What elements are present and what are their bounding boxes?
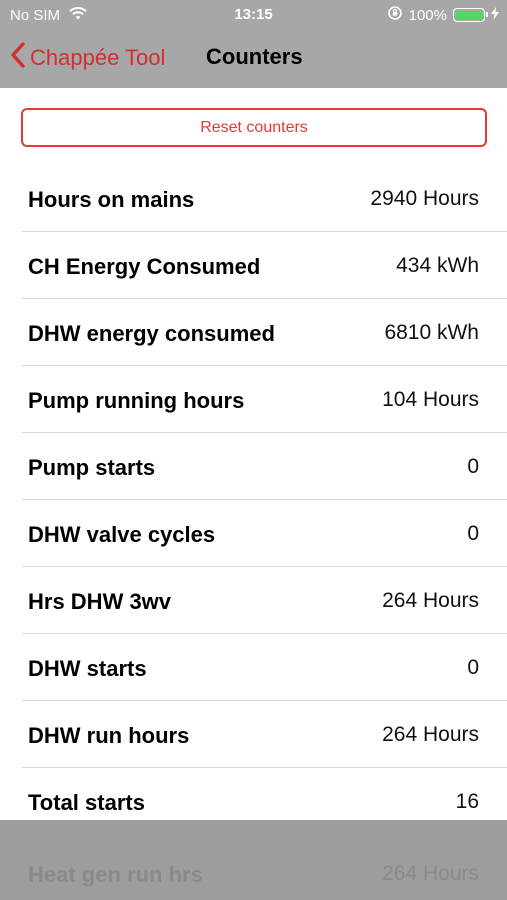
navigation-bar: Chappée Tool Counters <box>0 30 507 88</box>
list-item: Hrs DHW 3wv 264 Hours <box>22 567 507 634</box>
list-item: DHW energy consumed 6810 kWh <box>22 299 507 366</box>
counter-label: Heat gen run hrs <box>28 862 203 887</box>
counter-label: DHW starts <box>28 656 147 681</box>
list-item: Hours on mains 2940 Hours <box>22 165 507 232</box>
battery-icon <box>453 8 488 22</box>
counter-value: 104 Hours <box>382 388 479 411</box>
counter-value: 16 <box>455 790 479 813</box>
list-item: Pump running hours 104 Hours <box>22 366 507 433</box>
charging-bolt-icon <box>491 6 499 24</box>
counter-value: 6810 kWh <box>384 321 479 344</box>
counter-label: DHW run hours <box>28 723 190 748</box>
counter-label: Pump running hours <box>28 388 245 413</box>
counter-label: DHW energy consumed <box>28 321 275 346</box>
list-item: DHW valve cycles 0 <box>22 500 507 567</box>
counter-value: 0 <box>467 522 479 545</box>
counter-label: Total starts <box>28 790 145 815</box>
content: Reset counters Hours on mains 2940 Hours… <box>0 88 507 900</box>
status-right-group: 100% <box>387 5 499 25</box>
list-item: Pump starts 0 <box>22 433 507 500</box>
list-item: DHW run hours 264 Hours <box>22 701 507 768</box>
counters-screen: No SIM 13:15 100% Chappée Tool Counters … <box>0 0 507 900</box>
bottom-overlay: Heat gen run hrs 264 Hours <box>0 820 507 900</box>
back-label: Chappée Tool <box>30 45 166 70</box>
counter-label: Hrs DHW 3wv <box>28 589 172 614</box>
reset-counters-button[interactable]: Reset counters <box>21 108 487 147</box>
counter-value: 264 Hours <box>382 589 479 612</box>
counter-value: 0 <box>467 455 479 478</box>
counter-label: DHW valve cycles <box>28 522 216 547</box>
counter-label: Hours on mains <box>28 187 195 212</box>
counter-label: Pump starts <box>28 455 156 480</box>
back-button[interactable]: Chappée Tool <box>10 42 165 74</box>
counter-label: CH Energy Consumed <box>28 254 261 279</box>
chevron-left-icon <box>10 42 30 74</box>
list-item: DHW starts 0 <box>22 634 507 701</box>
counter-value: 434 kWh <box>396 254 479 277</box>
counter-value: 264 Hours <box>382 862 479 885</box>
orientation-lock-icon <box>387 5 403 25</box>
list-item: CH Energy Consumed 434 kWh <box>22 232 507 299</box>
status-bar: No SIM 13:15 100% <box>0 0 507 30</box>
counter-value: 2940 Hours <box>370 187 479 210</box>
page-title: Counters <box>206 44 303 69</box>
battery-percent: 100% <box>408 6 447 24</box>
counter-value: 0 <box>467 656 479 679</box>
battery-fill <box>455 10 483 20</box>
counters-list: Hours on mains 2940 Hours CH Energy Cons… <box>0 165 507 835</box>
battery-tip <box>486 12 488 17</box>
counter-value: 264 Hours <box>382 723 479 746</box>
top-bar: No SIM 13:15 100% Chappée Tool Counters <box>0 0 507 88</box>
